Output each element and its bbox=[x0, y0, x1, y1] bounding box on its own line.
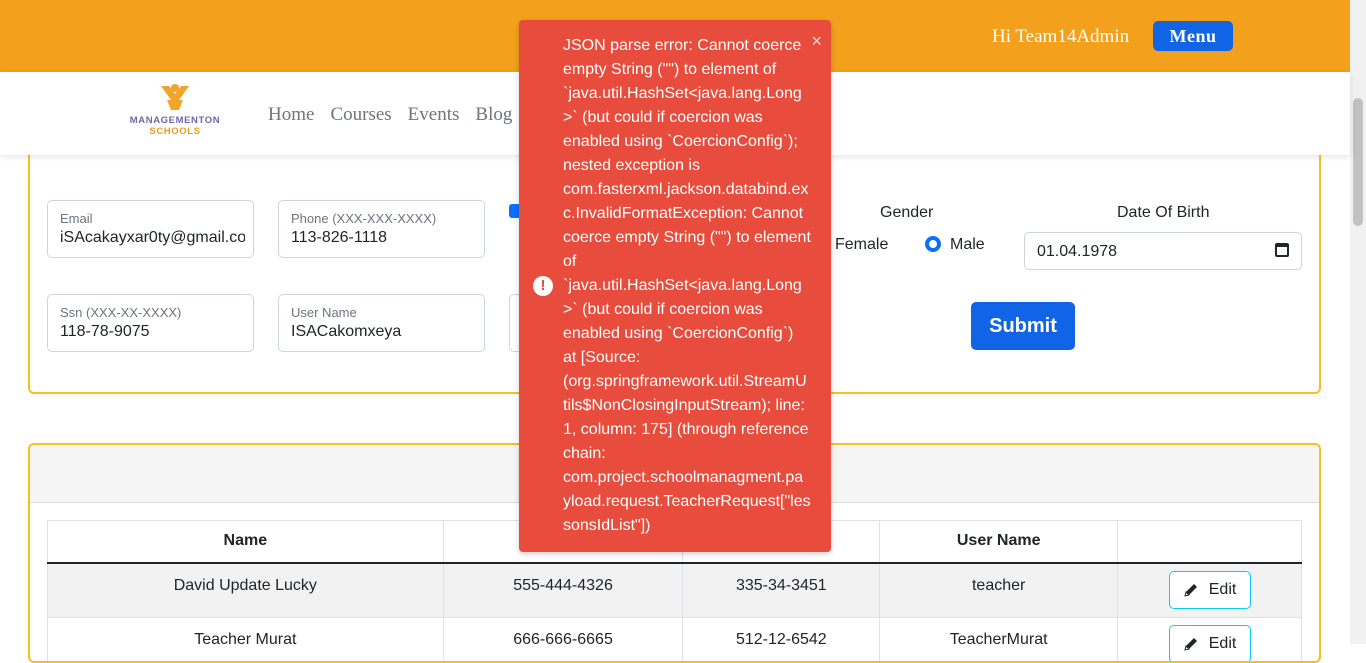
email-value: iSAcakayxar0ty@gmail.co bbox=[60, 229, 245, 247]
pencil-icon bbox=[1183, 636, 1199, 652]
nav-home[interactable]: Home bbox=[268, 104, 314, 126]
error-toast: ! JSON parse error: Cannot coerce empty … bbox=[519, 20, 831, 552]
phone-value: 113-826-1118 bbox=[291, 229, 476, 247]
nav-events[interactable]: Events bbox=[408, 104, 460, 126]
table-row: David Update Lucky 555-444-4326 335-34-3… bbox=[48, 563, 1302, 618]
email-field[interactable]: Email iSAcakayxar0ty@gmail.co bbox=[47, 200, 254, 258]
logo-text-managementon: MANAGEMENTON bbox=[118, 115, 232, 126]
cell-name: David Update Lucky bbox=[48, 563, 444, 618]
username-value: ISACakomxeya bbox=[291, 323, 476, 341]
vertical-scrollbar[interactable] bbox=[1350, 0, 1366, 644]
female-radio-label[interactable]: Female bbox=[835, 236, 888, 254]
error-icon: ! bbox=[533, 276, 553, 296]
username-field[interactable]: User Name ISACakomxeya bbox=[278, 294, 485, 352]
ssn-label: Ssn (XXX-XX-XXXX) bbox=[60, 305, 181, 320]
logo-icon bbox=[157, 82, 193, 112]
date-of-birth-value: 01.04.1978 bbox=[1037, 243, 1117, 261]
male-radio-label[interactable]: Male bbox=[950, 236, 985, 254]
nav-blog[interactable]: Blog bbox=[475, 104, 512, 126]
email-label: Email bbox=[60, 211, 93, 226]
error-message: JSON parse error: Cannot coerce empty St… bbox=[563, 34, 811, 538]
calendar-icon[interactable] bbox=[1275, 243, 1289, 257]
cell-actions: Edit bbox=[1118, 618, 1302, 663]
cell-username: teacher bbox=[880, 563, 1118, 618]
date-of-birth-input[interactable]: 01.04.1978 bbox=[1024, 232, 1302, 270]
user-greeting: Hi Team14Admin bbox=[992, 26, 1129, 48]
ssn-value: 118-78-9075 bbox=[60, 323, 245, 341]
submit-button[interactable]: Submit bbox=[971, 302, 1075, 350]
date-of-birth-label: Date Of Birth bbox=[1117, 204, 1209, 222]
nav-links: Home Courses Events Blog bbox=[268, 104, 512, 126]
cell-ssn: 512-12-6542 bbox=[683, 618, 880, 663]
cell-name: Teacher Murat bbox=[48, 618, 444, 663]
cell-actions: Edit bbox=[1118, 563, 1302, 618]
logo-text-schools: SCHOOLS bbox=[118, 126, 232, 137]
menu-button[interactable]: Menu bbox=[1153, 21, 1233, 51]
nav-courses[interactable]: Courses bbox=[330, 104, 391, 126]
edit-button-label: Edit bbox=[1209, 581, 1237, 599]
username-label: User Name bbox=[291, 305, 357, 320]
column-header-username: User Name bbox=[880, 521, 1118, 563]
column-header-name: Name bbox=[48, 521, 444, 563]
male-radio[interactable] bbox=[925, 236, 941, 252]
site-logo[interactable]: MANAGEMENTON SCHOOLS bbox=[118, 82, 232, 142]
pencil-icon bbox=[1183, 582, 1199, 598]
table-row: Teacher Murat 666-666-6665 512-12-6542 T… bbox=[48, 618, 1302, 663]
edit-button[interactable]: Edit bbox=[1169, 625, 1251, 663]
scrollbar-thumb[interactable] bbox=[1353, 98, 1363, 226]
cell-ssn: 335-34-3451 bbox=[683, 563, 880, 618]
cell-phone: 666-666-6665 bbox=[443, 618, 683, 663]
ssn-field[interactable]: Ssn (XXX-XX-XXXX) 118-78-9075 bbox=[47, 294, 254, 352]
gender-label: Gender bbox=[880, 204, 933, 222]
phone-label: Phone (XXX-XXX-XXXX) bbox=[291, 211, 436, 226]
column-header-actions bbox=[1118, 521, 1302, 563]
edit-button-label: Edit bbox=[1209, 635, 1237, 653]
close-icon[interactable]: × bbox=[811, 31, 822, 52]
cell-username: TeacherMurat bbox=[880, 618, 1118, 663]
cell-phone: 555-444-4326 bbox=[443, 563, 683, 618]
phone-field[interactable]: Phone (XXX-XXX-XXXX) 113-826-1118 bbox=[278, 200, 485, 258]
edit-button[interactable]: Edit bbox=[1169, 571, 1251, 609]
